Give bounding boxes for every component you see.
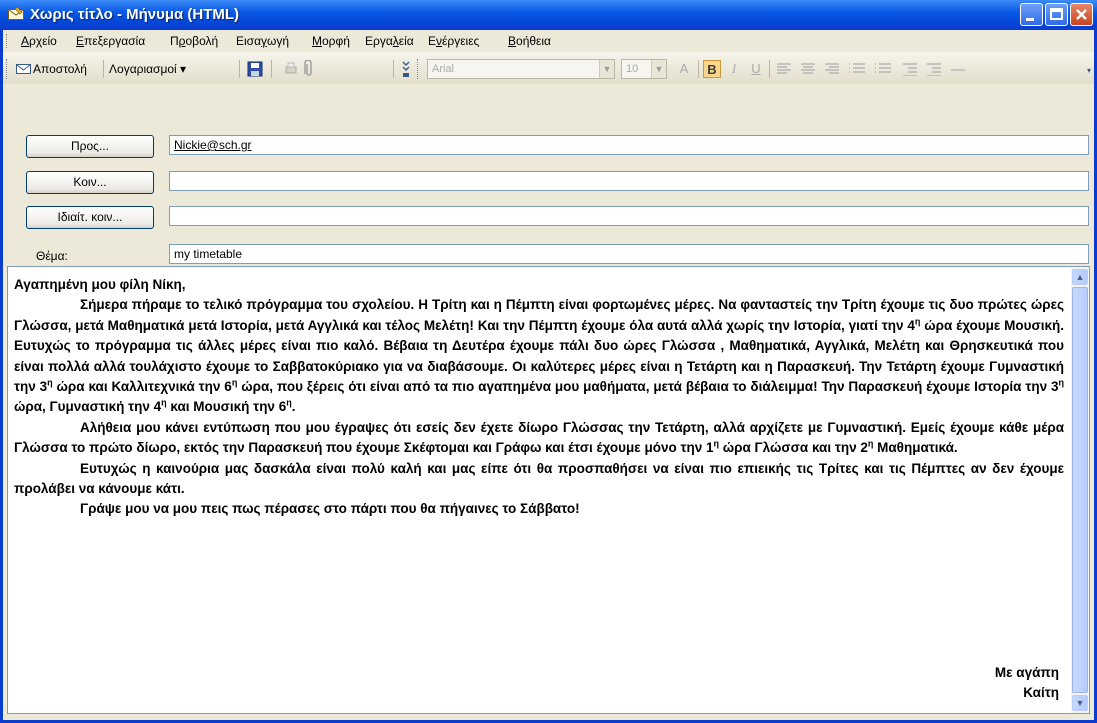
font-color-button[interactable]: A <box>675 60 693 78</box>
print-icon <box>285 62 297 74</box>
to-button-label: Προς... <box>71 139 109 153</box>
italic-icon: I <box>731 61 737 76</box>
subject-field-value: my timetable <box>174 247 243 261</box>
font-name-select[interactable]: Arial ▼ <box>427 59 615 79</box>
toolbar-separator <box>103 60 104 78</box>
close-button[interactable] <box>1070 3 1093 26</box>
chevron-down-icon: ▼ <box>1075 698 1085 708</box>
accounts-button[interactable]: Λογαριασμοί ▾ <box>109 59 186 79</box>
font-size-select[interactable]: 10 ▼ <box>621 59 667 79</box>
toolbar-separator <box>769 60 770 78</box>
to-field-value: Nickie@sch.gr <box>174 138 252 152</box>
menu-file[interactable]: Αρχείο <box>21 34 57 48</box>
scroll-up-button[interactable]: ▲ <box>1072 269 1088 285</box>
vertical-scrollbar[interactable]: ▲ ▼ <box>1071 267 1089 713</box>
scroll-down-button[interactable]: ▼ <box>1072 695 1088 711</box>
paragraph-3: Ευτυχώς η καινούρια μας δασκάλα είναι πο… <box>14 460 1064 497</box>
font-size-value: 10 <box>626 63 639 75</box>
send-icon <box>16 64 31 74</box>
bcc-button[interactable]: Ιδιαίτ. κοιν... <box>26 206 154 229</box>
alignment-list-icons <box>777 63 965 76</box>
cc-field[interactable] <box>169 171 1089 191</box>
menu-tools[interactable]: Εργαλεία <box>365 34 414 48</box>
menu-insert[interactable]: Εισαγωγή <box>236 34 289 48</box>
toolbar-grip[interactable] <box>6 59 10 79</box>
cc-button-label: Κοιν... <box>73 175 107 189</box>
toolbar-grip[interactable] <box>417 59 421 79</box>
align-left-icon <box>777 63 791 74</box>
message-body[interactable]: Αγαπημένη μου φίλη Νίκη, Σήμερα πήραμε τ… <box>7 266 1090 714</box>
underline-button[interactable]: U <box>747 60 765 78</box>
message-text[interactable]: Αγαπημένη μου φίλη Νίκη, Σήμερα πήραμε τ… <box>14 275 1064 520</box>
minimize-icon <box>1026 18 1034 21</box>
bold-icon: B <box>707 62 717 77</box>
chevron-down-icon: ▼ <box>651 60 666 78</box>
close-icon <box>1076 9 1087 20</box>
bold-button[interactable]: B <box>703 60 721 78</box>
send-label: Αποστολή <box>33 62 87 76</box>
window-title: Χωρις τίτλο - Μήνυμα (HTML) <box>30 6 240 23</box>
decrease-indent-icon <box>903 63 917 76</box>
send-button[interactable]: Αποστολή <box>15 59 87 79</box>
subject-field[interactable]: my timetable <box>169 244 1089 264</box>
envelope-icon <box>8 7 24 20</box>
maximize-icon <box>1050 8 1063 20</box>
paragraph-1: Σήμερα πήραμε το τελικό πρόγραμμα του σχ… <box>14 297 1064 415</box>
font-color-icon: A <box>679 61 689 76</box>
message-header: Προς... Nickie@sch.gr Κοιν... Ιδιαίτ. κο… <box>3 84 1094 264</box>
bullets-icon <box>875 63 891 73</box>
menu-actions[interactable]: Ενέργειες <box>428 34 479 48</box>
to-button[interactable]: Προς... <box>26 135 154 158</box>
align-center-icon <box>801 63 815 74</box>
menu-grip[interactable] <box>6 34 10 48</box>
toolbar-separator <box>698 60 699 78</box>
menu-help[interactable]: Βοήθεια <box>508 34 551 48</box>
toolbar-overflow-icon[interactable]: ▾ <box>1087 66 1093 80</box>
align-right-icon <box>825 63 839 74</box>
italic-button[interactable]: I <box>725 60 743 78</box>
underline-icon: U <box>751 61 761 76</box>
title-bar[interactable]: Χωρις τίτλο - Μήνυμα (HTML) <box>0 0 1097 30</box>
to-field[interactable]: Nickie@sch.gr <box>169 135 1089 155</box>
chevron-down-icon: ▼ <box>599 60 614 78</box>
subject-label: Θέμα: <box>36 249 68 263</box>
toolbar-separator <box>393 60 394 78</box>
paragraph-4: Γράψε μου να μου πεις πως πέρασες στο πά… <box>80 501 580 517</box>
increase-indent-icon <box>927 63 941 76</box>
paperclip-icon <box>304 60 312 76</box>
chevron-down-icon <box>402 61 410 77</box>
toolbar-separator <box>271 60 272 78</box>
toolbar-separator <box>239 60 240 78</box>
font-name-value: Arial <box>432 63 455 75</box>
attach-button[interactable] <box>303 59 315 79</box>
menu-format[interactable]: Μορφή <box>312 34 350 48</box>
greeting: Αγαπημένη μου φίλη Νίκη, <box>14 277 186 292</box>
menu-bar: Αρχείο Επεξεργασία Προβολή Εισαγωγή Μορφ… <box>3 30 1094 52</box>
bcc-field[interactable] <box>169 206 1089 226</box>
save-icon <box>247 61 263 77</box>
chevron-up-icon: ▲ <box>1075 272 1085 282</box>
maximize-button[interactable] <box>1045 3 1068 26</box>
menu-view[interactable]: Προβολή <box>170 34 218 48</box>
scroll-thumb[interactable] <box>1072 287 1088 693</box>
print-button[interactable] <box>283 59 299 79</box>
bcc-button-label: Ιδιαίτ. κοιν... <box>57 210 123 224</box>
save-button[interactable] <box>247 59 263 79</box>
signature-name: Καίτη <box>1023 685 1059 700</box>
toolbar-options-button[interactable] <box>401 59 411 79</box>
minimize-button[interactable] <box>1020 3 1043 26</box>
menu-edit[interactable]: Επεξεργασία <box>76 34 145 48</box>
accounts-label: Λογαριασμοί ▾ <box>109 62 187 76</box>
message-window: Χωρις τίτλο - Μήνυμα (HTML) Αρχείο Επεξε… <box>0 0 1097 723</box>
toolbar: Αποστολή Λογαριασμοί ▾ Arial ▼ 10 ▼ A B … <box>3 52 1094 85</box>
numbering-icon <box>849 63 865 73</box>
paragraph-2: Αλήθεια μου κάνει εντύπωση που μου έγραψ… <box>14 419 1064 456</box>
cc-button[interactable]: Κοιν... <box>26 171 154 194</box>
signature-closing: Με αγάπη <box>994 665 1059 680</box>
